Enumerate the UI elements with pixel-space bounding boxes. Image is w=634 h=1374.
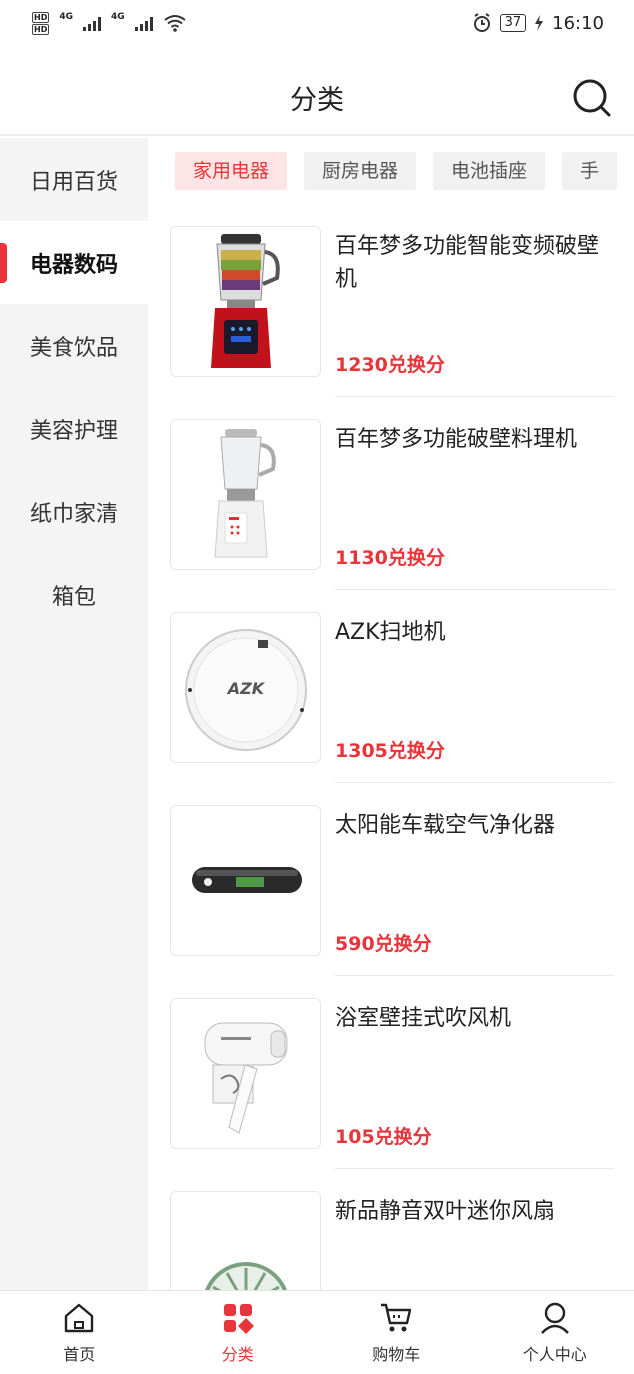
list-item[interactable]: 百年梦多功能智能变频破壁机 1230兑换分	[148, 210, 634, 403]
product-list: 百年梦多功能智能变频破壁机 1230兑换分 百年梦多功能破壁料理机 1130兑换…	[148, 210, 634, 1290]
product-name: 百年梦多功能破壁料理机	[335, 427, 578, 452]
sidebar-item-tissue-cleaning[interactable]: 纸巾家清	[0, 470, 148, 553]
sidebar-item-label: 美食饮品	[29, 335, 118, 361]
sidebar-item-label: 美容护理	[29, 418, 118, 444]
hair-dryer-image	[204, 1022, 287, 1134]
divider	[335, 975, 614, 976]
search-icon[interactable]	[572, 78, 612, 118]
product-image	[170, 226, 321, 377]
nav-home[interactable]: 首页	[0, 1291, 159, 1374]
sidebar-item-label: 箱包	[51, 584, 96, 610]
nav-category[interactable]: 分类	[159, 1291, 318, 1374]
category-sidebar: 日用百货 电器数码 美食饮品 美容护理 纸巾家清 箱包	[0, 138, 148, 1290]
product-image	[170, 419, 321, 570]
signal-icon-2	[134, 15, 153, 31]
category-icon	[223, 1304, 254, 1334]
product-price: 105兑换分	[335, 1126, 432, 1148]
product-price: 590兑换分	[335, 933, 432, 955]
alarm-icon	[473, 13, 490, 32]
product-price: 1230兑换分	[335, 354, 445, 376]
status-bar: HD HD 4G 4G 37 16:10	[0, 0, 634, 46]
list-item[interactable]: 新品静音双叶迷你风扇	[148, 1175, 634, 1290]
network-type-1: 4G	[59, 11, 73, 22]
blender-image	[210, 233, 280, 368]
status-left: HD HD 4G 4G	[32, 11, 187, 35]
tab-kitchen-appliances[interactable]: 厨房电器	[304, 152, 417, 190]
cart-icon	[381, 1303, 412, 1332]
sidebar-item-bags[interactable]: 箱包	[0, 553, 148, 636]
list-item[interactable]: 百年梦多功能破壁料理机 1130兑换分	[148, 403, 634, 596]
mini-fan-image	[204, 1262, 287, 1290]
status-right: 37 16:10	[472, 13, 604, 34]
list-item[interactable]: 太阳能车载空气净化器 590兑换分	[148, 789, 634, 982]
subcategory-tabs: 家用电器 厨房电器 电池插座手	[175, 152, 619, 192]
page-title: 分类	[290, 85, 344, 116]
product-name: 百年梦多功能智能变频破壁机	[335, 234, 600, 292]
sidebar-item-electronics[interactable]: 电器数码	[0, 221, 148, 304]
product-price: 1305兑换分	[335, 740, 445, 762]
divider	[335, 589, 614, 590]
nav-profile-label: 个人中心	[522, 1345, 587, 1364]
product-name: 新品静音双叶迷你风扇	[335, 1199, 556, 1224]
battery-icon: 37	[499, 14, 527, 32]
robot-logo: AZK	[225, 679, 265, 698]
tab-batteries-sockets[interactable]: 电池插座	[433, 152, 546, 190]
product-price: 1130兑换分	[335, 547, 445, 569]
nav-home-label: 首页	[63, 1345, 96, 1364]
nav-cart-label: 购物车	[372, 1345, 421, 1364]
product-name: 浴室壁挂式吹风机	[335, 1006, 512, 1031]
nav-category-label: 分类	[221, 1345, 254, 1364]
bottom-nav: 首页 分类 购物车 个人中心	[0, 1290, 634, 1374]
divider	[335, 1168, 614, 1169]
divider	[335, 396, 614, 397]
list-item[interactable]: 浴室壁挂式吹风机 105兑换分	[148, 982, 634, 1175]
charging-icon	[535, 15, 544, 31]
hd-indicator: HD HD	[32, 11, 50, 35]
product-image: AZK	[170, 612, 321, 763]
food-processor-image	[213, 428, 276, 557]
sidebar-item-label: 日用百货	[29, 169, 118, 195]
sidebar-item-beauty-care[interactable]: 美容护理	[0, 387, 148, 470]
clock: 16:10	[552, 12, 604, 34]
divider	[335, 782, 614, 783]
tab-more[interactable]: 手	[562, 152, 618, 190]
product-image	[170, 1191, 321, 1290]
home-icon	[65, 1303, 94, 1333]
list-item[interactable]: AZK AZK扫地机 1305兑换分	[148, 596, 634, 789]
hd-label-1: HD	[32, 11, 50, 23]
hd-label-2: HD	[32, 23, 50, 35]
nav-profile[interactable]: 个人中心	[476, 1291, 634, 1374]
product-image	[170, 998, 321, 1149]
network-type-2: 4G	[111, 11, 125, 22]
sidebar-item-label: 纸巾家清	[29, 501, 118, 527]
sidebar-item-daily-goods[interactable]: 日用百货	[0, 138, 148, 221]
air-purifier-image	[191, 866, 302, 893]
nav-cart[interactable]: 购物车	[317, 1291, 476, 1374]
robot-vacuum-image: AZK	[184, 628, 307, 751]
signal-icon	[83, 15, 101, 31]
tab-home-appliances[interactable]: 家用电器	[175, 152, 288, 190]
product-image	[170, 805, 321, 956]
profile-icon	[540, 1302, 569, 1334]
wifi-icon	[164, 15, 186, 32]
product-name: AZK扫地机	[335, 620, 446, 645]
header: 分类	[0, 46, 634, 136]
sidebar-item-food-drinks[interactable]: 美食饮品	[0, 304, 148, 387]
product-name: 太阳能车载空气净化器	[335, 813, 556, 838]
sidebar-item-label: 电器数码	[29, 252, 118, 278]
